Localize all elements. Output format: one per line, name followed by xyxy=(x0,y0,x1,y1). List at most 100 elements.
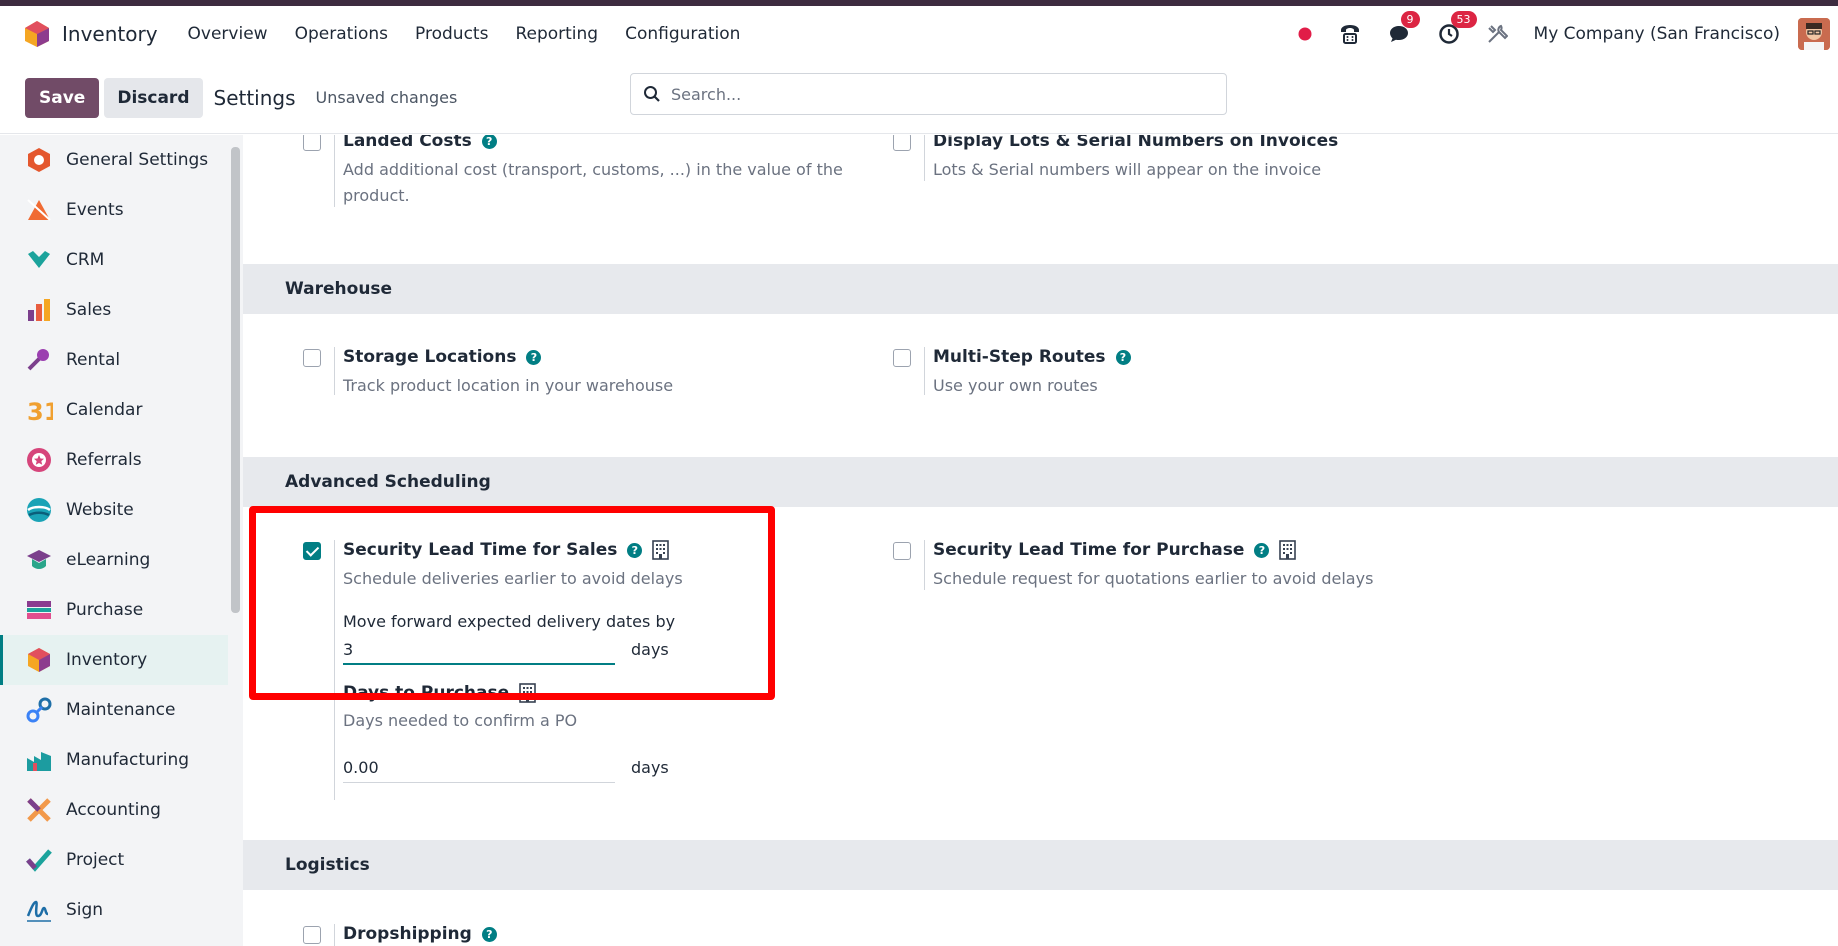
status-dot-icon[interactable] xyxy=(1298,27,1312,41)
sidebar-item-label: Inventory xyxy=(66,650,148,670)
sales-icon xyxy=(25,296,53,324)
page-title: Settings xyxy=(213,85,296,110)
dropshipping-checkbox[interactable] xyxy=(303,926,321,944)
menu-configuration[interactable]: Configuration xyxy=(625,24,740,44)
sidebar-item-maintenance[interactable]: Maintenance xyxy=(0,685,228,735)
debug-tools-icon[interactable] xyxy=(1486,23,1508,45)
search-box[interactable] xyxy=(630,73,1227,115)
app-name: Inventory xyxy=(62,22,158,46)
landed-costs-checkbox[interactable] xyxy=(303,135,321,151)
navbar-systray: 9 53 My Company (San Francisco) xyxy=(1298,6,1830,62)
sidebar-item-website[interactable]: Website xyxy=(0,485,228,535)
menu-operations[interactable]: Operations xyxy=(295,24,388,44)
accounting-icon xyxy=(25,796,53,824)
help-icon[interactable]: ? xyxy=(481,135,497,149)
general-settings-icon xyxy=(25,146,53,174)
sidebar-item-sales[interactable]: Sales xyxy=(0,285,228,335)
discard-button[interactable]: Discard xyxy=(104,77,203,118)
sidebar-item-manufacturing[interactable]: Manufacturing xyxy=(0,735,228,785)
sidebar-item-rental[interactable]: Rental xyxy=(0,335,228,385)
help-icon[interactable]: ? xyxy=(1254,542,1270,558)
dropshipping-title: Dropshipping xyxy=(343,924,472,944)
setting-dropshipping: Dropshipping ? xyxy=(303,924,823,946)
search-input[interactable] xyxy=(671,84,1191,104)
messages-badge: 9 xyxy=(1400,11,1420,28)
search-icon xyxy=(644,86,660,102)
sidebar-item-label: Maintenance xyxy=(66,700,176,720)
multi-step-routes-desc: Use your own routes xyxy=(933,376,1098,395)
storage-locations-desc: Track product location in your warehouse xyxy=(343,376,674,395)
setting-security-lead-sales: Security Lead Time for Sales ? Schedule … xyxy=(303,540,823,800)
sidebar-item-label: CRM xyxy=(66,250,105,270)
maintenance-icon xyxy=(25,696,53,724)
user-avatar[interactable] xyxy=(1798,18,1830,50)
security-lead-sales-checkbox[interactable] xyxy=(303,542,321,560)
events-icon xyxy=(25,196,53,224)
elearning-icon xyxy=(25,546,53,574)
activities-badge: 53 xyxy=(1450,11,1477,28)
days-to-purchase-input[interactable] xyxy=(343,753,615,783)
section-logistics: Logistics xyxy=(243,840,1838,890)
security-lead-purchase-checkbox[interactable] xyxy=(893,542,911,560)
sidebar-item-label: Rental xyxy=(66,350,121,370)
landed-costs-title: Landed Costs xyxy=(343,135,472,151)
sidebar-scrollbar[interactable] xyxy=(229,135,243,946)
sidebar-item-referrals[interactable]: Referrals xyxy=(0,435,228,485)
help-icon[interactable]: ? xyxy=(481,926,497,942)
sidebar-item-label: Calendar xyxy=(66,400,143,420)
multi-step-routes-checkbox[interactable] xyxy=(893,349,911,367)
calendar-icon: 31 xyxy=(25,396,53,424)
inventory-app-icon xyxy=(25,21,49,47)
menu-overview[interactable]: Overview xyxy=(188,24,268,44)
control-panel: Save Discard Settings Unsaved changes xyxy=(0,62,1838,134)
section-advanced-scheduling: Advanced Scheduling xyxy=(243,457,1838,507)
inventory-icon xyxy=(25,646,53,674)
sidebar-item-label: eLearning xyxy=(66,550,151,570)
sidebar-item-events[interactable]: Events xyxy=(0,185,228,235)
settings-main: Landed Costs ? Add additional cost (tran… xyxy=(243,135,1838,946)
sidebar-item-elearning[interactable]: eLearning xyxy=(0,535,228,585)
save-button[interactable]: Save xyxy=(25,77,100,118)
sidebar-item-inventory[interactable]: Inventory xyxy=(0,635,228,685)
sidebar-item-label: Sales xyxy=(66,300,112,320)
sidebar-item-sign[interactable]: Sign xyxy=(0,885,228,935)
setting-display-lots: Display Lots & Serial Numbers on Invoice… xyxy=(893,135,1593,191)
phone-icon[interactable] xyxy=(1338,22,1362,46)
display-lots-desc: Lots & Serial numbers will appear on the… xyxy=(933,160,1322,179)
menu-products[interactable]: Products xyxy=(415,24,488,44)
sidebar-item-label: Purchase xyxy=(66,600,144,620)
sign-icon xyxy=(25,896,53,924)
activities-clock-icon[interactable]: 53 xyxy=(1438,11,1477,45)
days-to-purchase-desc: Days needed to confirm a PO xyxy=(343,711,578,730)
section-warehouse: Warehouse xyxy=(243,264,1838,314)
messages-icon[interactable]: 9 xyxy=(1388,11,1420,45)
manufacturing-icon xyxy=(25,746,53,774)
sidebar-item-label: Project xyxy=(66,850,125,870)
help-icon[interactable]: ? xyxy=(1115,349,1131,365)
sidebar-item-label: Accounting xyxy=(66,800,161,820)
help-icon[interactable]: ? xyxy=(627,542,643,558)
help-icon[interactable]: ? xyxy=(526,349,542,365)
sidebar-item-calendar[interactable]: 31 Calendar xyxy=(0,385,228,435)
main-navbar: Inventory Overview Operations Products R… xyxy=(0,6,1838,62)
sidebar-item-accounting[interactable]: Accounting xyxy=(0,785,228,835)
sidebar-item-general-settings[interactable]: General Settings xyxy=(0,135,228,185)
rental-icon xyxy=(25,346,53,374)
sidebar-item-label: Website xyxy=(66,500,134,520)
sidebar-item-crm[interactable]: CRM xyxy=(0,235,228,285)
company-switcher[interactable]: My Company (San Francisco) xyxy=(1534,24,1780,44)
days-to-purchase-unit: days xyxy=(631,758,669,777)
sidebar-scroll-thumb[interactable] xyxy=(231,147,240,613)
sidebar-item-project[interactable]: Project xyxy=(0,835,228,885)
setting-landed-costs: Landed Costs ? Add additional cost (tran… xyxy=(303,135,843,231)
display-lots-checkbox[interactable] xyxy=(893,135,911,151)
sidebar-item-label: Manufacturing xyxy=(66,750,190,770)
sidebar-item-label: General Settings xyxy=(66,150,209,170)
app-brand[interactable]: Inventory xyxy=(24,20,188,48)
menu-reporting[interactable]: Reporting xyxy=(515,24,598,44)
sidebar-item-purchase[interactable]: Purchase xyxy=(0,585,228,635)
storage-locations-checkbox[interactable] xyxy=(303,349,321,367)
multi-step-routes-title: Multi-Step Routes xyxy=(933,347,1106,367)
security-lead-days-input[interactable] xyxy=(343,635,615,665)
security-lead-sales-desc: Schedule deliveries earlier to avoid del… xyxy=(343,569,683,588)
